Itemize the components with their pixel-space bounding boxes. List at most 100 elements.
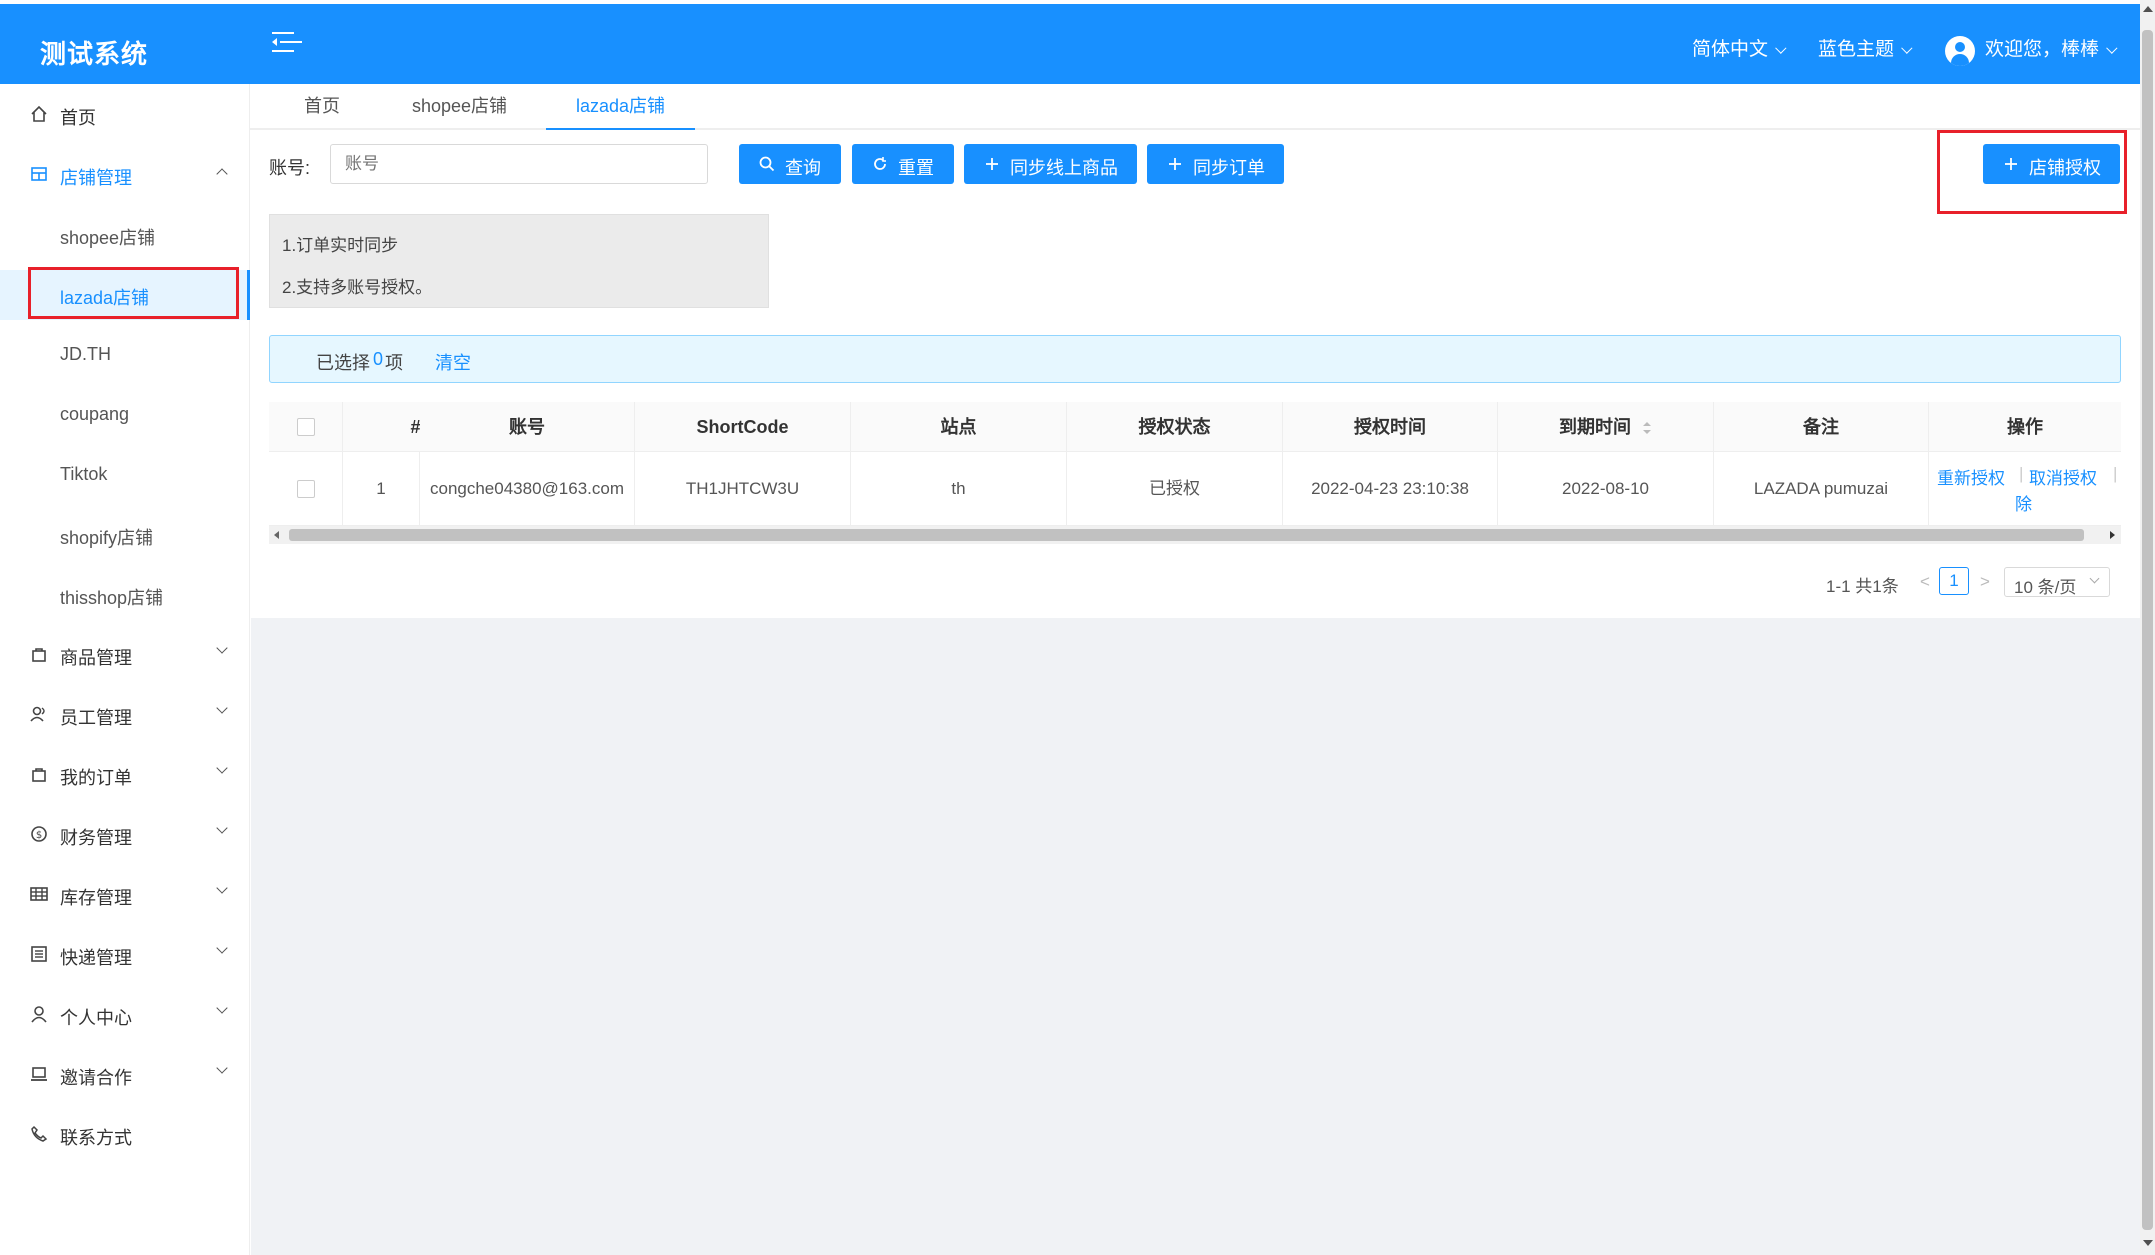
column-header: 站点 (851, 402, 1067, 452)
scroll-left-icon[interactable] (274, 531, 279, 539)
top-header: 测试系统 简体中文 蓝色主题 欢迎您，棒棒 (0, 4, 2140, 84)
theme-select[interactable]: 蓝色主题 (1818, 34, 1913, 61)
page-number-current[interactable]: 1 (1939, 567, 1969, 595)
cell-account: congche04380@163.com (420, 452, 635, 526)
sidebar-sub-label: JD.TH (60, 344, 111, 364)
column-header: 授权状态 (1067, 402, 1283, 452)
select-all-checkbox[interactable] (297, 418, 315, 436)
chevron-down-icon (2106, 42, 2118, 54)
scroll-up-icon[interactable] (2143, 6, 2153, 12)
svg-text:$: $ (36, 830, 42, 841)
scrollbar-thumb[interactable] (2142, 30, 2153, 1230)
store-icon (31, 167, 47, 181)
sidebar: 首页 店铺管理 shopee店铺 lazada店铺 JD.TH coupang … (0, 84, 250, 1255)
sidebar-item-label: 店铺管理 (60, 168, 132, 188)
chevron-down-icon (216, 942, 228, 954)
language-label: 简体中文 (1692, 39, 1769, 60)
sidebar-item-invite[interactable]: 邀请合作 (0, 1050, 250, 1100)
sidebar-item-products[interactable]: 商品管理 (0, 630, 250, 680)
selection-bar: 已选择 0 项 清空 (269, 335, 2121, 383)
sync-orders-label: 同步订单 (1193, 158, 1265, 178)
sidebar-item-inventory[interactable]: 库存管理 (0, 870, 250, 920)
column-header-sortable[interactable]: 到期时间 (1498, 402, 1714, 452)
home-icon (31, 105, 47, 122)
sidebar-item-profile[interactable]: 个人中心 (0, 990, 250, 1040)
column-header-label: 到期时间 (1558, 417, 1631, 437)
user-icon (31, 1006, 47, 1023)
action-divider: | (2019, 464, 2024, 483)
selection-prefix: 已选择 (316, 353, 370, 373)
scrollbar-thumb[interactable] (289, 529, 2084, 541)
sync-products-label: 同步线上商品 (1010, 158, 1118, 178)
clear-link[interactable]: 清空 (435, 349, 471, 375)
sidebar-sub-label: shopify店铺 (60, 528, 154, 548)
pagination-summary: 1-1 共1条 (1826, 577, 1899, 596)
search-icon (759, 156, 775, 172)
sync-products-button[interactable]: 同步线上商品 (964, 144, 1137, 184)
reset-button[interactable]: 重置 (852, 144, 954, 184)
sync-orders-button[interactable]: 同步订单 (1147, 144, 1284, 184)
account-input[interactable] (330, 144, 708, 184)
plus-icon (1169, 158, 1181, 170)
users-icon (30, 706, 45, 722)
sidebar-sub-coupang[interactable]: coupang (0, 390, 250, 440)
sidebar-sub-tiktok[interactable]: Tiktok (0, 450, 250, 500)
user-menu[interactable]: 欢迎您，棒棒 (1985, 34, 2118, 61)
sidebar-sub-jdth[interactable]: JD.TH (0, 330, 250, 380)
cell-index: 1 (343, 452, 420, 526)
sidebar-item-express[interactable]: 快递管理 (0, 930, 250, 980)
language-select[interactable]: 简体中文 (1692, 34, 1787, 61)
reauthorize-link[interactable]: 重新授权 (1937, 464, 2005, 489)
tab-home[interactable]: 首页 (304, 92, 340, 130)
column-header: 备注 (1714, 402, 1929, 452)
sidebar-item-label: 首页 (60, 108, 96, 128)
sidebar-item-home[interactable]: 首页 (0, 90, 250, 140)
cell-auth-time: 2022-04-23 23:10:38 (1283, 452, 1498, 526)
column-header: ShortCode (635, 402, 851, 452)
action-divider: | (2113, 464, 2118, 483)
tab-bar: 首页 shopee店铺 lazada店铺 (250, 84, 2140, 130)
dollar-icon: $ (31, 826, 47, 842)
horizontal-scrollbar[interactable] (269, 526, 2121, 544)
chevron-down-icon (216, 1002, 228, 1014)
cell-status: 已授权 (1067, 452, 1283, 526)
delete-link[interactable]: 除 (2015, 490, 2032, 515)
sort-icon[interactable] (1642, 421, 1652, 435)
notice-box: 1.订单实时同步 2.支持多账号授权。 (269, 214, 769, 308)
sidebar-item-label: 个人中心 (60, 1008, 132, 1028)
menu-fold-icon[interactable] (272, 30, 302, 56)
row-checkbox[interactable] (297, 480, 315, 498)
tab-lazada[interactable]: lazada店铺 (546, 92, 696, 130)
sidebar-item-label: 邀请合作 (60, 1068, 132, 1088)
sidebar-item-contact[interactable]: 联系方式 (0, 1110, 250, 1160)
sidebar-item-store[interactable]: 店铺管理 (0, 150, 250, 200)
sidebar-sub-shopify[interactable]: shopify店铺 (0, 510, 250, 560)
cancel-authorize-link[interactable]: 取消授权 (2029, 464, 2097, 489)
sidebar-item-label: 我的订单 (60, 768, 132, 788)
header-checkbox-cell (269, 402, 343, 452)
sidebar-item-orders[interactable]: 我的订单 (0, 750, 250, 800)
prev-page-icon[interactable]: < (1920, 572, 1930, 592)
sidebar-item-label: 快递管理 (60, 948, 132, 968)
vertical-scrollbar[interactable] (2140, 0, 2155, 1255)
column-header: 账号 (420, 402, 635, 452)
sidebar-sub-thisshop[interactable]: thisshop店铺 (0, 570, 250, 620)
sidebar-item-staff[interactable]: 员工管理 (0, 690, 250, 740)
next-page-icon[interactable]: > (1980, 572, 1990, 592)
scroll-down-icon[interactable] (2143, 1240, 2153, 1246)
query-button[interactable]: 查询 (739, 144, 841, 184)
sidebar-sub-shopee[interactable]: shopee店铺 (0, 210, 250, 260)
sidebar-item-label: 员工管理 (60, 708, 132, 728)
chevron-down-icon (216, 702, 228, 714)
chevron-down-icon (1901, 42, 1913, 54)
scroll-right-icon[interactable] (2110, 531, 2115, 539)
sidebar-sub-label: thisshop店铺 (60, 588, 164, 608)
page-size-select[interactable]: 10 条/页 (2004, 567, 2110, 597)
sidebar-sub-label: coupang (60, 404, 130, 424)
tab-shopee[interactable]: shopee店铺 (412, 92, 507, 130)
welcome-label: 欢迎您，棒棒 (1985, 39, 2100, 60)
avatar[interactable] (1945, 36, 1975, 66)
sidebar-item-finance[interactable]: $ 财务管理 (0, 810, 250, 860)
notice-line: 2.支持多账号授权。 (282, 278, 433, 297)
bag-icon (32, 768, 46, 782)
